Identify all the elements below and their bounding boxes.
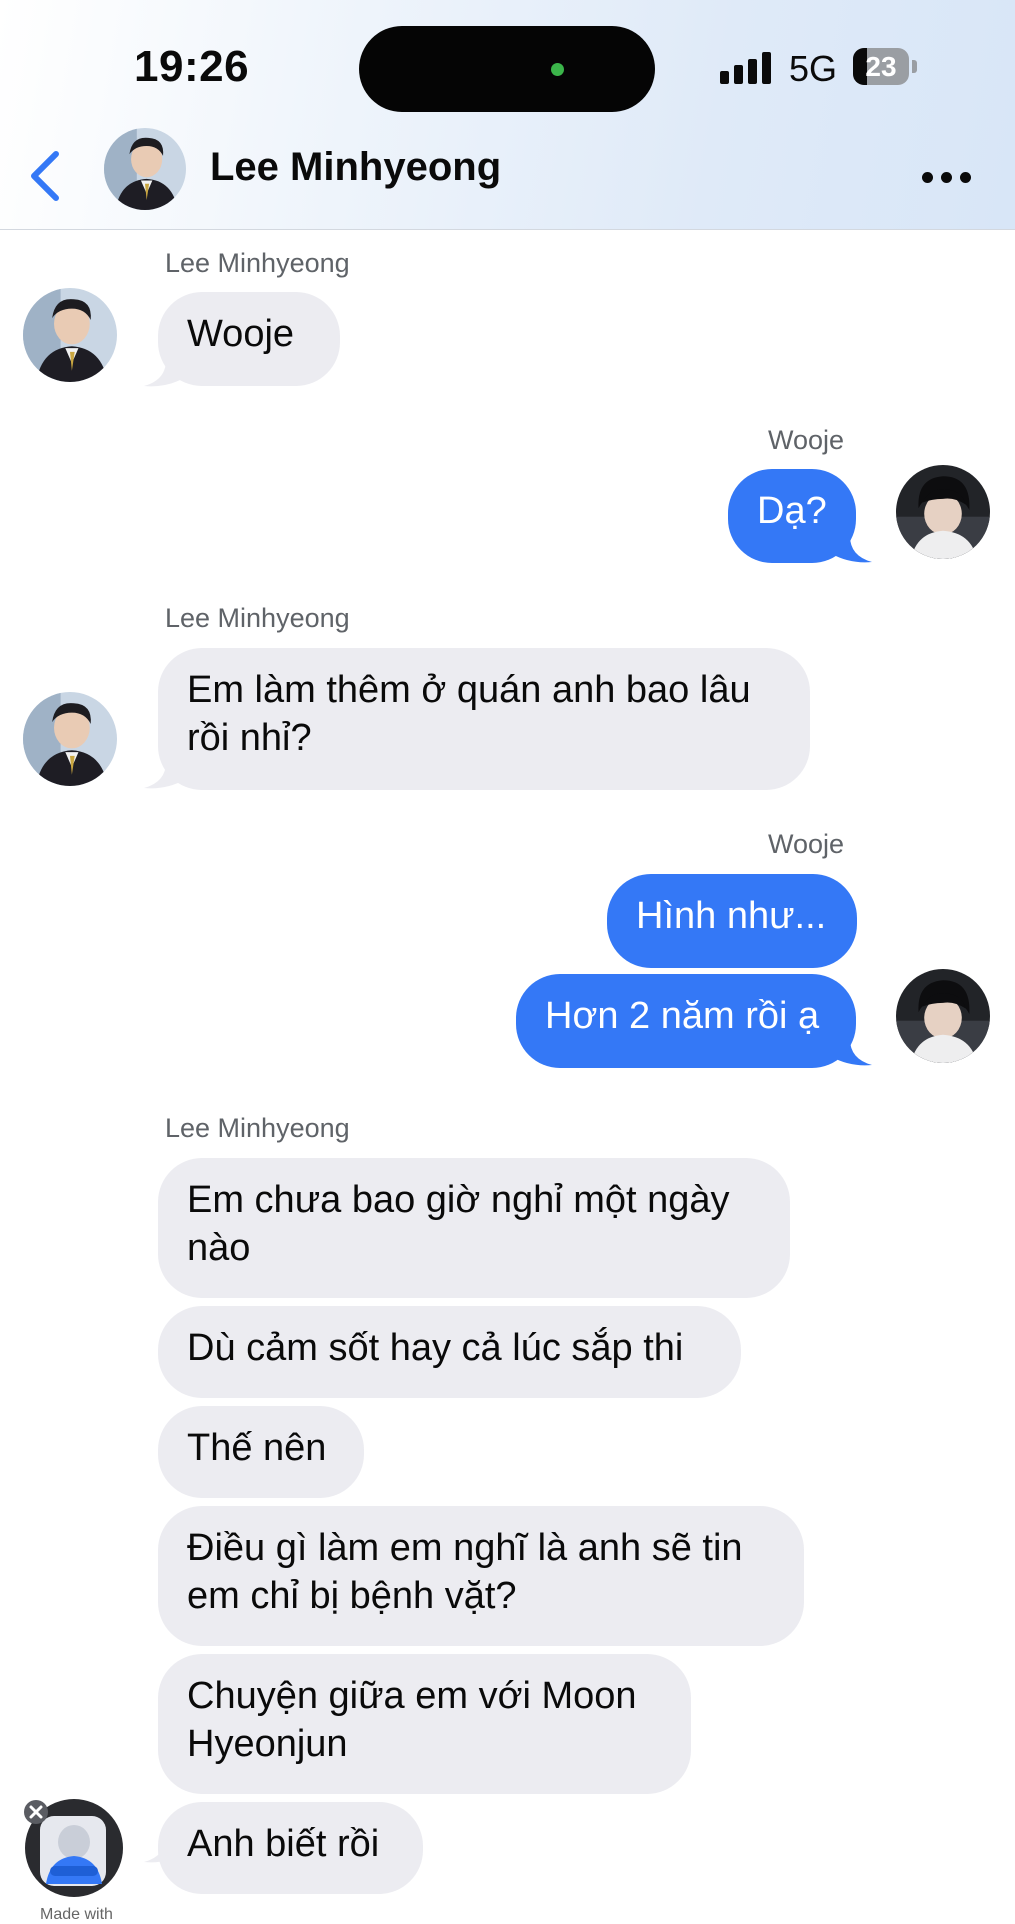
battery-cap	[912, 60, 917, 73]
sender-avatar[interactable]	[23, 288, 117, 382]
message-line: Hyeonjun	[187, 1723, 348, 1765]
battery-icon: 23	[853, 48, 909, 85]
message-bubble[interactable]: Dù cảm sốt hay cả lúc sắp thi	[158, 1306, 741, 1398]
sender-name: Wooje	[768, 425, 845, 455]
message-line: Em làm thêm ở quán anh bao lâu	[187, 669, 751, 711]
ellipsis-icon[interactable]	[922, 165, 972, 189]
sender-name: Lee Minhyeong	[165, 248, 350, 278]
message-line: Em chưa bao giờ nghỉ một ngày	[187, 1179, 730, 1221]
message-bubble[interactable]: Em làm thêm ở quán anh bao lâu rồi nhỉ?	[158, 648, 810, 790]
message-bubble[interactable]: Điều gì làm em nghĩ là anh sẽ tin em chỉ…	[158, 1506, 804, 1646]
message-line: rồi nhỉ?	[187, 717, 312, 759]
message-bubble[interactable]: Em chưa bao giờ nghỉ một ngày nào	[158, 1158, 790, 1298]
chat-header: 19:26 5G 23 Lee Minhyeong	[0, 0, 1015, 230]
message-line: Chuyện giữa em với Moon	[187, 1675, 637, 1717]
message-line: nào	[187, 1227, 251, 1269]
contact-avatar[interactable]	[104, 128, 186, 210]
chevron-left-icon[interactable]	[26, 148, 66, 204]
app-watermark-icon[interactable]	[22, 1796, 126, 1900]
network-type: 5G	[789, 48, 838, 89]
message-bubble[interactable]: Hình như...	[607, 874, 857, 968]
sender-name: Wooje	[768, 829, 845, 859]
sender-avatar[interactable]	[23, 692, 117, 786]
battery-level: 23	[865, 51, 897, 82]
status-time: 19:26	[134, 42, 250, 91]
user-avatar[interactable]	[896, 969, 990, 1063]
contact-name[interactable]: Lee Minhyeong	[210, 145, 501, 190]
message-bubble[interactable]: Thế nên	[158, 1406, 364, 1498]
camera-indicator-dot	[551, 63, 564, 76]
message-bubble[interactable]: Chuyện giữa em với Moon Hyeonjun	[158, 1654, 691, 1794]
dynamic-island	[359, 26, 655, 112]
sender-name: Lee Minhyeong	[165, 603, 350, 633]
watermark-label: Made with	[40, 1906, 113, 1923]
message-bubble[interactable]: Anh biết rồi	[158, 1802, 423, 1894]
message-bubble[interactable]: Wooje	[158, 292, 340, 386]
cellular-signal-icon	[720, 52, 772, 84]
message-bubble[interactable]: Hơn 2 năm rồi ạ	[516, 974, 856, 1068]
sender-name: Lee Minhyeong	[165, 1113, 350, 1143]
message-bubble[interactable]: Dạ?	[728, 469, 856, 563]
message-line: em chỉ bị bệnh vặt?	[187, 1575, 517, 1617]
user-avatar[interactable]	[896, 465, 990, 559]
message-line: Điều gì làm em nghĩ là anh sẽ tin	[187, 1527, 743, 1569]
